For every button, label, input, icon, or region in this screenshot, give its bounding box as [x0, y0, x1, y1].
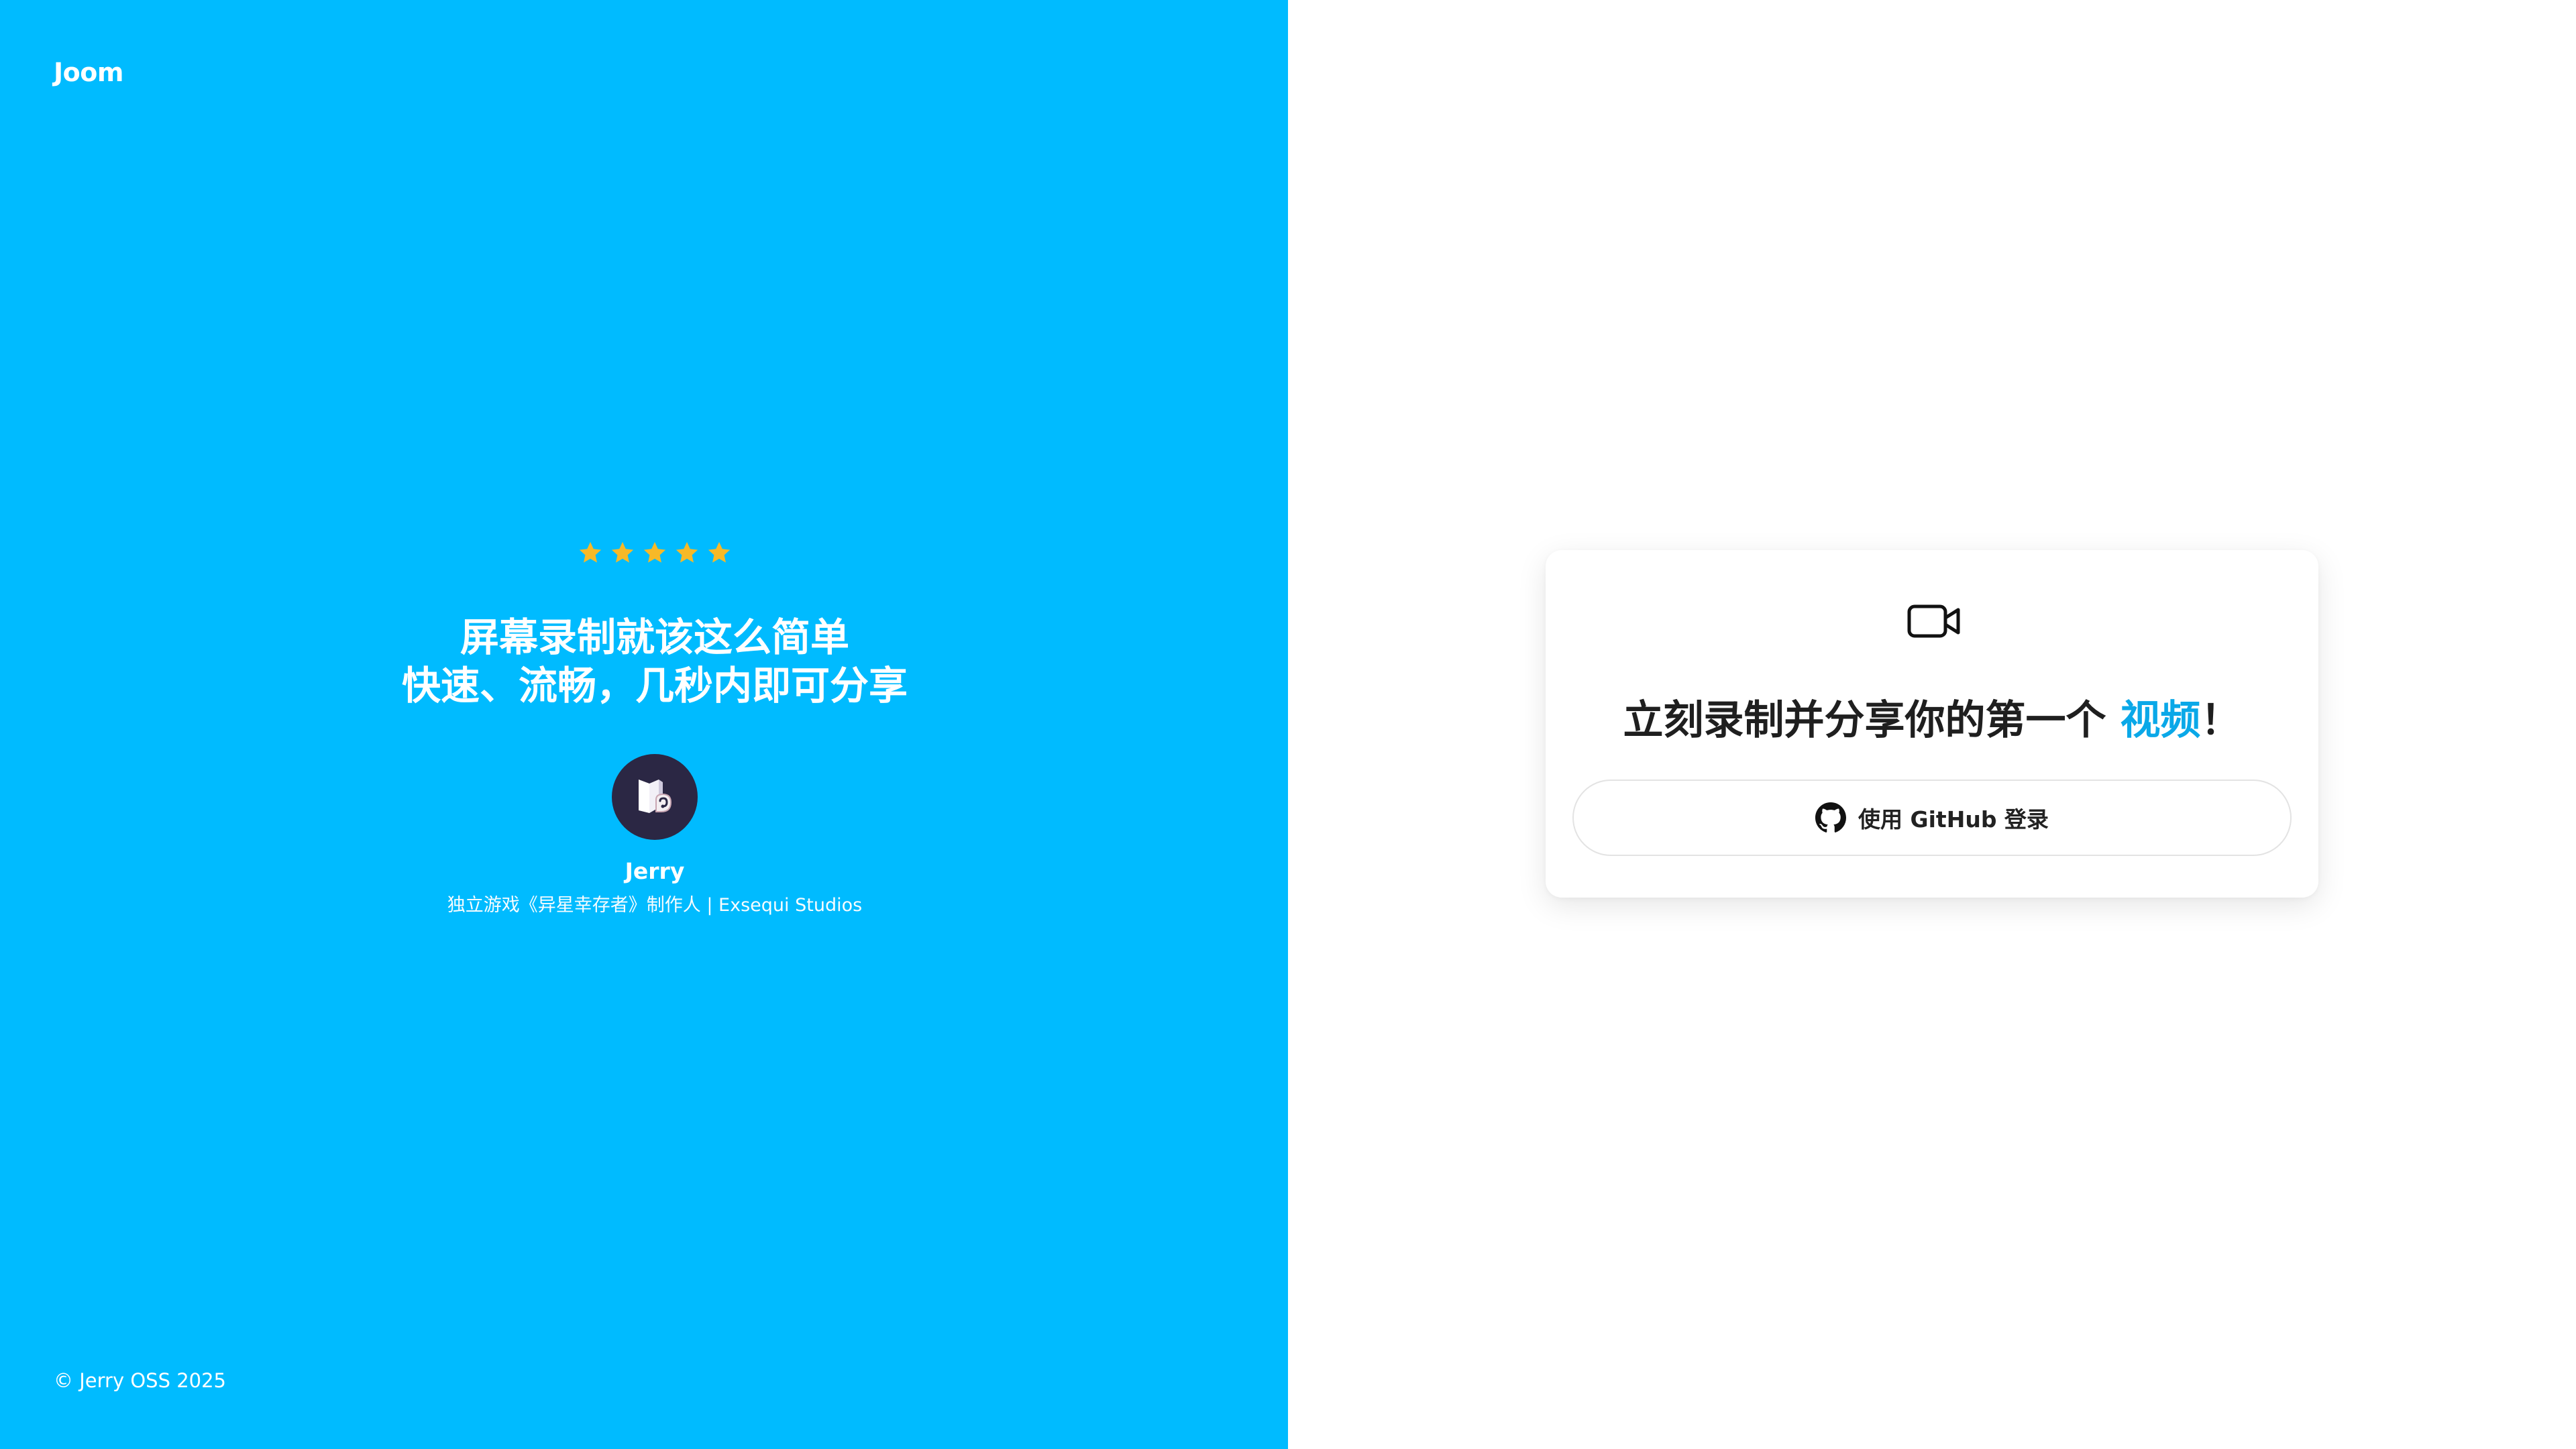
headline-line-2: 快速、流畅，几秒内即可分享: [401, 663, 908, 708]
github-icon: [1815, 802, 1847, 833]
rating-stars: [578, 537, 732, 569]
promo-panel: Joom 屏幕录制就该这么简单 快速、流畅，几秒内即可分享 Jerry 独立游戏…: [0, 0, 1288, 1449]
card-title: 立刻录制并分享你的第一个 视频！: [1546, 696, 2318, 745]
card-title-suffix: ！: [2200, 697, 2241, 744]
video-camera-icon: [1907, 604, 1960, 638]
login-page: Joom 屏幕录制就该这么简单 快速、流畅，几秒内即可分享 Jerry 独立游戏…: [0, 0, 2576, 1449]
star-icon: [579, 541, 602, 563]
testimonial-headline: 屏幕录制就该这么简单 快速、流畅，几秒内即可分享: [402, 613, 908, 710]
github-login-button[interactable]: 使用 GitHub 登录: [1572, 780, 2292, 856]
avatar: [612, 754, 698, 840]
star-icon: [676, 541, 698, 563]
star-icon: [643, 541, 666, 563]
brand-logo[interactable]: Joom: [54, 58, 123, 87]
star-icon: [611, 541, 634, 563]
star-icon: [708, 541, 731, 563]
headline-line-1: 屏幕录制就该这么简单: [460, 614, 849, 660]
login-panel: 立刻录制并分享你的第一个 视频！ 使用 GitHub 登录: [1288, 0, 2576, 1449]
github-login-label: 使用 GitHub 登录: [1858, 806, 2049, 833]
author-role: 独立游戏《异星幸存者》制作人 | Exsequi Studios: [447, 895, 863, 916]
avatar-logo-icon: [639, 780, 672, 813]
author-name: Jerry: [625, 858, 685, 884]
login-card: 立刻录制并分享你的第一个 视频！ 使用 GitHub 登录: [1546, 550, 2318, 898]
copyright-text: © Jerry OSS 2025: [54, 1369, 226, 1392]
testimonial: 屏幕录制就该这么简单 快速、流畅，几秒内即可分享 Jerry 独立游戏《异星幸存…: [0, 537, 1309, 918]
card-title-highlight: 视频: [2120, 697, 2201, 744]
card-title-prefix: 立刻录制并分享你的第一个: [1623, 697, 2121, 744]
